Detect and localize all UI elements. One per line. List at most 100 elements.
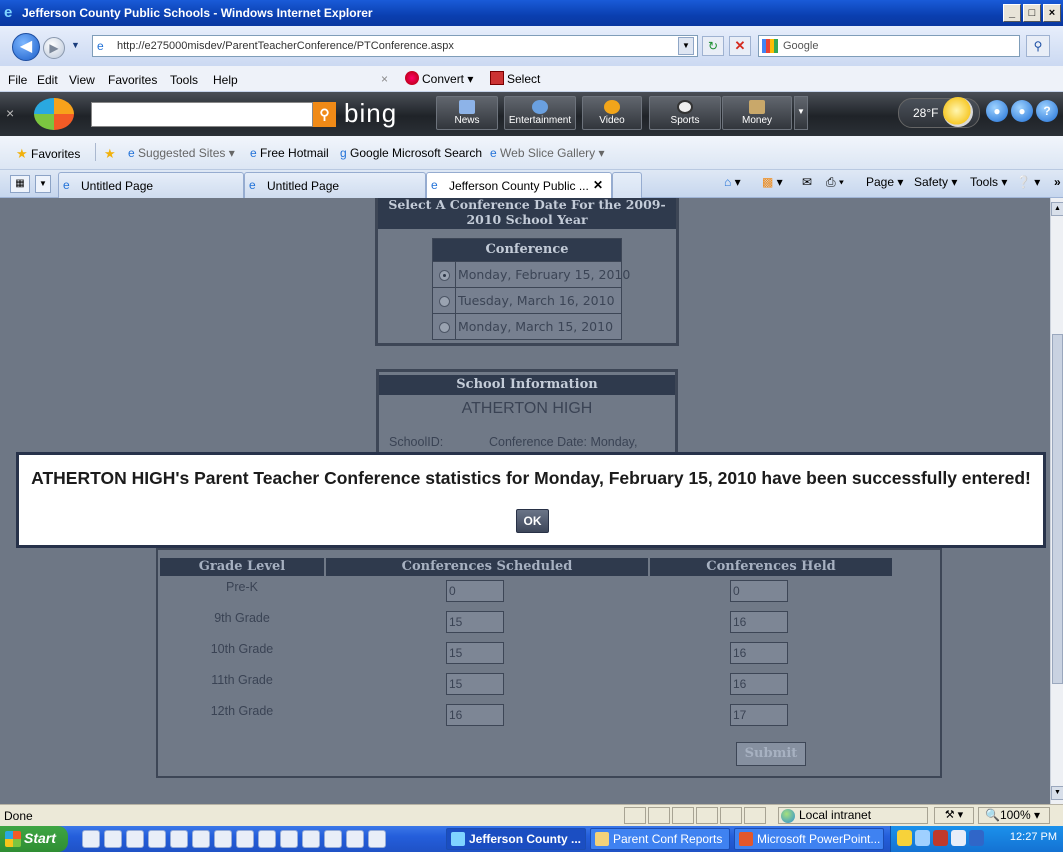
google-search-link[interactable]: g Google Microsoft Search [340, 146, 482, 160]
scheduled-input[interactable]: 16 [446, 704, 504, 726]
shield-icon[interactable] [897, 830, 912, 846]
money-button[interactable]: Money [722, 96, 792, 130]
new-tab-button[interactable] [612, 172, 642, 198]
mail-icon[interactable]: ● [1011, 100, 1033, 122]
menu-favorites[interactable]: Favorites [108, 73, 157, 87]
conference-option[interactable]: Tuesday, March 16, 2010 [433, 287, 621, 314]
scheduled-input[interactable]: 15 [446, 611, 504, 633]
menu-help[interactable]: Help [213, 73, 238, 87]
start-button[interactable]: Start [0, 826, 68, 852]
search-icon[interactable]: ⚲ [1026, 35, 1050, 57]
quick-launch-icon[interactable] [368, 830, 386, 848]
quick-launch-icon[interactable] [104, 830, 122, 848]
free-hotmail-link[interactable]: e Free Hotmail [250, 146, 329, 160]
history-dropdown-icon[interactable]: ▼ [71, 40, 80, 50]
bing-search-icon[interactable]: ⚲ [313, 102, 336, 127]
tab-untitled-2[interactable]: e Untitled Page [244, 172, 426, 198]
sports-button[interactable]: Sports [649, 96, 721, 130]
antivirus-icon[interactable] [933, 830, 948, 846]
safety-menu[interactable]: Safety ▾ [914, 175, 957, 189]
bing-search-input[interactable] [91, 102, 313, 127]
radio-unselected[interactable] [439, 296, 450, 307]
feeds-icon[interactable]: ▩ ▾ [762, 175, 783, 189]
tools-menu[interactable]: Tools ▾ [970, 175, 1007, 189]
volume-icon[interactable] [951, 830, 966, 846]
back-arrow-icon[interactable]: ◀ [12, 33, 40, 61]
refresh-icon[interactable]: ↻ [702, 36, 724, 56]
search-input[interactable]: Google [758, 35, 1020, 57]
scroll-thumb[interactable] [1052, 334, 1063, 684]
url-dropdown-icon[interactable]: ▼ [678, 37, 694, 55]
taskbar-item-folder[interactable]: Parent Conf Reports [590, 828, 730, 850]
scheduled-input[interactable]: 0 [446, 580, 504, 602]
quick-launch-icon[interactable] [126, 830, 144, 848]
held-input[interactable]: 16 [730, 673, 788, 695]
stop-icon[interactable]: ✕ [729, 36, 751, 56]
security-zone[interactable]: Local intranet [778, 807, 928, 824]
network-icon[interactable] [915, 830, 930, 846]
page-menu[interactable]: Page ▾ [866, 175, 903, 189]
web-slice-gallery-link[interactable]: e Web Slice Gallery ▾ [490, 146, 605, 160]
weather-widget[interactable]: 28°F [898, 97, 980, 128]
scheduled-input[interactable]: 15 [446, 642, 504, 664]
tab-jefferson-county[interactable]: e Jefferson County Public ... ✕ [426, 172, 612, 198]
tray-app-icon[interactable] [969, 830, 984, 846]
messenger-icon[interactable]: ● [986, 100, 1008, 122]
read-mail-icon[interactable]: ✉ [802, 175, 812, 189]
quick-launch-icon[interactable] [192, 830, 210, 848]
url-input[interactable]: e http://e275000misdev/ParentTeacherConf… [92, 35, 698, 57]
quick-launch-icon[interactable] [214, 830, 232, 848]
home-icon[interactable]: ⌂ ▾ [724, 175, 741, 189]
msn-butterfly-icon[interactable] [34, 98, 74, 130]
scroll-down-icon[interactable]: ▼ [1051, 786, 1063, 800]
window-title-bar[interactable]: e Jefferson County Public Schools - Wind… [0, 0, 1063, 26]
menu-view[interactable]: View [69, 73, 95, 87]
more-dropdown-icon[interactable]: ▼ [794, 96, 808, 130]
zoom-control[interactable]: 🔍100% ▾ [978, 807, 1050, 824]
close-toolbar-icon[interactable]: × [6, 105, 14, 121]
scheduled-input[interactable]: 15 [446, 673, 504, 695]
quick-launch-icon[interactable] [258, 830, 276, 848]
minimize-button[interactable]: _ [1003, 4, 1021, 22]
convert-button[interactable]: Convert ▾ [405, 71, 473, 86]
quick-launch-icon[interactable] [324, 830, 342, 848]
quick-launch-icon[interactable] [82, 830, 100, 848]
news-button[interactable]: News [436, 96, 498, 130]
help-icon[interactable]: ? [1036, 100, 1058, 122]
quick-launch-icon[interactable] [148, 830, 166, 848]
video-button[interactable]: Video [582, 96, 642, 130]
close-button[interactable]: × [1043, 4, 1061, 22]
vertical-scrollbar[interactable]: ▲ ▼ [1050, 198, 1063, 804]
select-button[interactable]: Select [490, 71, 540, 86]
menu-edit[interactable]: Edit [37, 73, 58, 87]
chevron-right-icon[interactable]: » [1054, 175, 1061, 189]
menu-tools[interactable]: Tools [170, 73, 198, 87]
tab-untitled-1[interactable]: e Untitled Page [58, 172, 244, 198]
quick-launch-icon[interactable] [280, 830, 298, 848]
held-input[interactable]: 17 [730, 704, 788, 726]
conference-option[interactable]: Monday, March 15, 2010 [433, 313, 621, 340]
quick-launch-icon[interactable] [346, 830, 364, 848]
scroll-up-icon[interactable]: ▲ [1051, 202, 1063, 216]
menu-file[interactable]: File [8, 73, 27, 87]
conference-option[interactable]: Monday, February 15, 2010 [433, 261, 630, 288]
quick-launch-icon[interactable] [170, 830, 188, 848]
submit-button[interactable]: Submit [736, 742, 806, 766]
close-toolbar-icon[interactable]: × [381, 72, 388, 86]
held-input[interactable]: 0 [730, 580, 788, 602]
taskbar-item-ie[interactable]: Jefferson County ... [446, 828, 586, 850]
quick-tabs-icon[interactable]: ▦ [10, 175, 30, 193]
quick-launch-icon[interactable] [236, 830, 254, 848]
favorites-button[interactable]: ★ Favorites [16, 146, 80, 162]
entertainment-button[interactable]: Entertainment [504, 96, 576, 130]
forward-arrow-icon[interactable]: ▶ [43, 37, 65, 59]
radio-unselected[interactable] [439, 322, 450, 333]
suggested-sites-link[interactable]: e Suggested Sites ▾ [128, 146, 235, 160]
maximize-button[interactable]: □ [1023, 4, 1041, 22]
close-tab-icon[interactable]: ✕ [593, 178, 603, 192]
held-input[interactable]: 16 [730, 642, 788, 664]
quick-launch-icon[interactable] [302, 830, 320, 848]
help-icon[interactable]: ❔ ▾ [1016, 175, 1040, 189]
print-icon[interactable]: ⎙ ▾ [826, 175, 844, 190]
add-favorite-icon[interactable]: ★ [104, 146, 116, 162]
